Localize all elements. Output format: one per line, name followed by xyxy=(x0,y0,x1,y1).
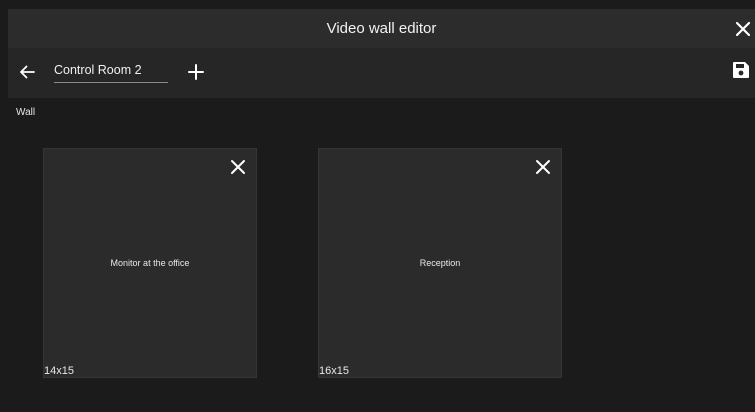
video-wall-editor-window: Video wall editor Wall xyxy=(0,0,755,412)
wall-area: Wall Monitor at the office 14x15 Recepti… xyxy=(8,101,755,412)
wall-label: Wall xyxy=(16,107,36,118)
window-title: Video wall editor xyxy=(326,20,437,37)
arrow-left-icon[interactable] xyxy=(17,62,37,82)
monitor-name: Monitor at the office xyxy=(110,258,190,268)
close-icon[interactable] xyxy=(230,159,246,175)
close-icon[interactable] xyxy=(535,159,551,175)
monitor-tile[interactable]: Reception 16x15 xyxy=(318,148,562,378)
wall-name-input[interactable] xyxy=(54,58,168,83)
toolbar xyxy=(8,48,755,98)
monitor-name: Reception xyxy=(419,258,461,268)
title-bar: Video wall editor xyxy=(8,9,755,48)
floppy-disk-icon[interactable] xyxy=(731,60,751,80)
monitor-size: 16x15 xyxy=(319,365,349,377)
monitor-tile[interactable]: Monitor at the office 14x15 xyxy=(43,148,257,378)
plus-icon[interactable] xyxy=(186,62,206,82)
close-icon[interactable] xyxy=(733,19,753,39)
monitor-size: 14x15 xyxy=(44,365,74,377)
